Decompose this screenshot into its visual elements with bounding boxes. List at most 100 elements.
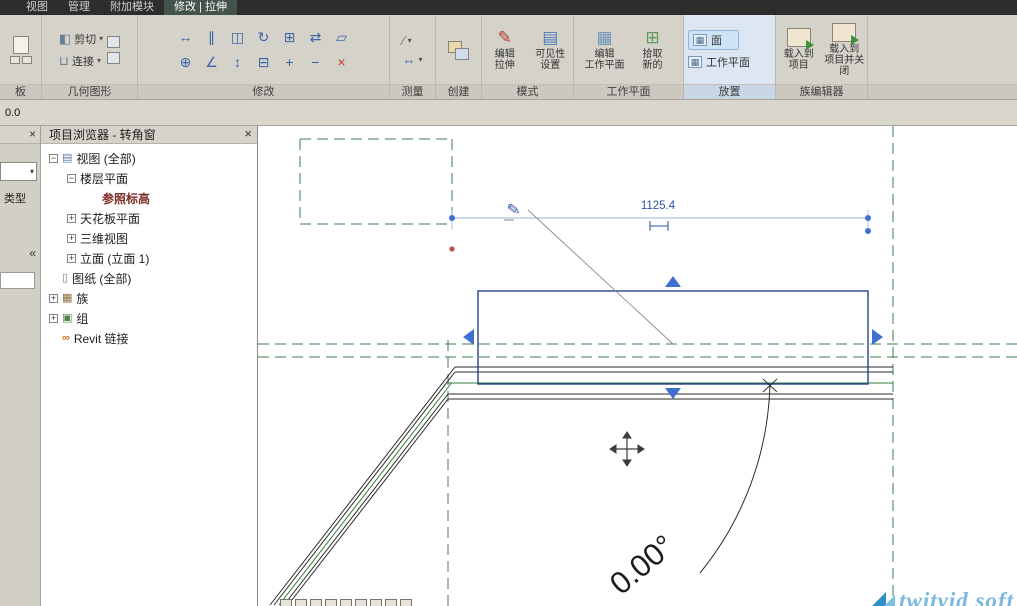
chevron-down-icon[interactable]: ▾ <box>408 36 412 45</box>
wall-geometry[interactable] <box>270 367 893 605</box>
match-type-icon[interactable] <box>10 56 20 64</box>
modify-tool-icon[interactable]: ⇄ <box>304 26 328 49</box>
project-browser-title-bar[interactable]: 项目浏览器 - 转角窗 × <box>41 126 257 144</box>
close-icon[interactable]: × <box>29 127 36 141</box>
crop-view-button[interactable] <box>355 599 367 606</box>
modify-tool-icon[interactable]: ⊟ <box>252 51 276 74</box>
dimension-value[interactable]: 1125.4 <box>641 200 676 212</box>
close-icon[interactable]: × <box>244 127 252 141</box>
project-browser-panel: 项目浏览器 - 转角窗 × − ▤ 视图 (全部) − 楼层平面 参照 <box>41 126 258 606</box>
load-into-project-and-close-button[interactable]: 载入到 项目并关闭 <box>824 23 866 77</box>
edit-pencil-icon: ✎ <box>498 28 512 49</box>
chevron-down-icon[interactable]: ▾ <box>99 34 103 43</box>
tree-item[interactable]: + 天花板平面 <box>41 208 257 228</box>
modify-tool-icon[interactable]: ↕ <box>226 51 250 74</box>
edit-extrusion-button[interactable]: ✎ 编辑 拉伸 <box>484 28 526 71</box>
modify-tool-icon[interactable]: ↔ <box>174 26 198 49</box>
load-into-project-button[interactable]: 载入到 项目 <box>778 28 820 71</box>
ribbon-empty-area <box>868 15 1017 99</box>
paint-button[interactable] <box>107 52 120 64</box>
temporary-hide-button[interactable] <box>385 599 397 606</box>
tree-expander-icon[interactable]: + <box>67 254 76 263</box>
modify-tool-icon[interactable]: − <box>304 51 328 74</box>
pick-new-work-plane-button[interactable]: ⊞ 拾取 新的 <box>631 28 675 71</box>
tree-expander-icon[interactable]: − <box>49 154 58 163</box>
reference-planes[interactable] <box>258 126 1017 606</box>
modify-tool-icon[interactable]: + <box>278 51 302 74</box>
tab-addins[interactable]: 附加模块 <box>100 0 164 15</box>
detail-level-button[interactable] <box>295 599 307 606</box>
drag-grip[interactable] <box>865 228 871 234</box>
chevron-down-icon[interactable]: ▾ <box>97 56 101 65</box>
aligned-dimension-button[interactable]: ↔ ▾ <box>402 53 422 66</box>
copy-icon[interactable] <box>22 56 32 64</box>
panel-label-family-editor: 族编辑器 <box>776 84 867 99</box>
chevron-down-icon[interactable]: ▾ <box>418 55 422 64</box>
edit-work-plane-button[interactable]: ▦ 编辑 工作平面 <box>583 28 627 71</box>
place-on-face-button[interactable]: ▦ 面 <box>688 30 739 50</box>
create-group-button[interactable] <box>446 37 472 63</box>
modify-tool-icon[interactable]: ∥ <box>200 26 224 49</box>
place-on-work-plane-button[interactable]: ▦ 工作平面 <box>688 54 750 70</box>
join-geometry-button[interactable]: ⊔ 连接 ▾ <box>59 53 103 69</box>
tree-item[interactable]: ▯ 图纸 (全部) <box>41 268 257 288</box>
rotation-grip[interactable] <box>449 246 454 251</box>
modify-tool-icon[interactable]: ◫ <box>226 26 250 49</box>
modify-tool-icon[interactable]: ⊕ <box>174 51 198 74</box>
place-on-work-plane-label: 工作平面 <box>706 54 750 70</box>
sketch-diagonal-line[interactable] <box>528 210 673 344</box>
tree-item[interactable]: − 楼层平面 <box>41 168 257 188</box>
collapse-chevron-icon[interactable]: « <box>29 246 36 260</box>
type-selector-dropdown[interactable]: ▾ <box>0 162 37 181</box>
tree-item-label: 参照标高 <box>102 190 150 207</box>
tree-expander-icon[interactable]: + <box>67 234 76 243</box>
tab-modify-contextual[interactable]: 修改 | 拉伸 <box>164 0 237 15</box>
properties-title-bar[interactable]: × <box>0 126 40 144</box>
drag-handle-up <box>665 276 681 287</box>
tree-item[interactable]: + ▦ 族 <box>41 288 257 308</box>
angular-dimension[interactable] <box>700 379 777 573</box>
join-geometry-icon: ⊔ <box>59 54 69 67</box>
shadows-button[interactable] <box>340 599 352 606</box>
tab-view[interactable]: 视图 <box>16 0 58 15</box>
sun-path-button[interactable] <box>325 599 337 606</box>
tree-item[interactable]: + 三维视图 <box>41 228 257 248</box>
visibility-settings-button[interactable]: ▤ 可见性 设置 <box>530 28 572 71</box>
tree-expander-icon[interactable]: + <box>49 294 58 303</box>
cut-geometry-icon: ◧ <box>59 32 71 45</box>
offset-value[interactable]: 0.0 <box>5 107 20 119</box>
tree-item[interactable]: + 立面 (立面 1) <box>41 248 257 268</box>
split-face-button[interactable] <box>107 36 120 48</box>
modify-tool-icon[interactable]: ▱ <box>330 26 354 49</box>
tree-item[interactable]: + ▣ 组 <box>41 308 257 328</box>
reveal-hidden-button[interactable] <box>400 599 412 606</box>
paste-button[interactable] <box>10 36 32 64</box>
drag-grip[interactable] <box>449 215 455 221</box>
modify-tool-icon[interactable]: ↻ <box>252 26 276 49</box>
edit-type-button[interactable]: 类型 <box>4 190 26 206</box>
tree-expander-icon[interactable]: − <box>67 174 76 183</box>
tree-item[interactable]: − ▤ 视图 (全部) <box>41 148 257 168</box>
property-value-field[interactable] <box>0 272 35 289</box>
shape-handle-arrows[interactable] <box>463 276 883 399</box>
drag-handle-right <box>872 329 883 345</box>
visual-style-button[interactable] <box>310 599 322 606</box>
measure-button[interactable]: ∕ ▾ <box>402 34 422 47</box>
modify-tool-icon[interactable]: ⊞ <box>278 26 302 49</box>
panel-modify: ↔ ∥ ◫ ↻ ⊞ ⇄ ▱ ⊕ ∠ ↕ <box>138 15 390 99</box>
drag-grip[interactable] <box>865 215 871 221</box>
drawing-canvas[interactable]: 1125.4 ✎ 0.00° <box>258 126 1017 606</box>
scale-button[interactable] <box>280 599 292 606</box>
modify-tool-icon[interactable]: ∠ <box>200 51 224 74</box>
extrusion-sketch-rect[interactable] <box>478 291 868 384</box>
crop-region-button[interactable] <box>370 599 382 606</box>
panel-work-plane: ▦ 编辑 工作平面 ⊞ 拾取 新的 工作平面 <box>574 15 684 99</box>
tree-expander-icon[interactable]: + <box>67 214 76 223</box>
modify-tool-icon[interactable]: × <box>330 51 354 74</box>
tree-expander-icon[interactable]: + <box>49 314 58 323</box>
tree-item[interactable]: ∞ Revit 链接 <box>41 328 257 348</box>
angle-value[interactable]: 0.00° <box>603 528 681 602</box>
cut-geometry-button[interactable]: ◧ 剪切 ▾ <box>59 31 103 47</box>
tab-manage[interactable]: 管理 <box>58 0 100 15</box>
tree-item[interactable]: 参照标高 <box>41 188 257 208</box>
